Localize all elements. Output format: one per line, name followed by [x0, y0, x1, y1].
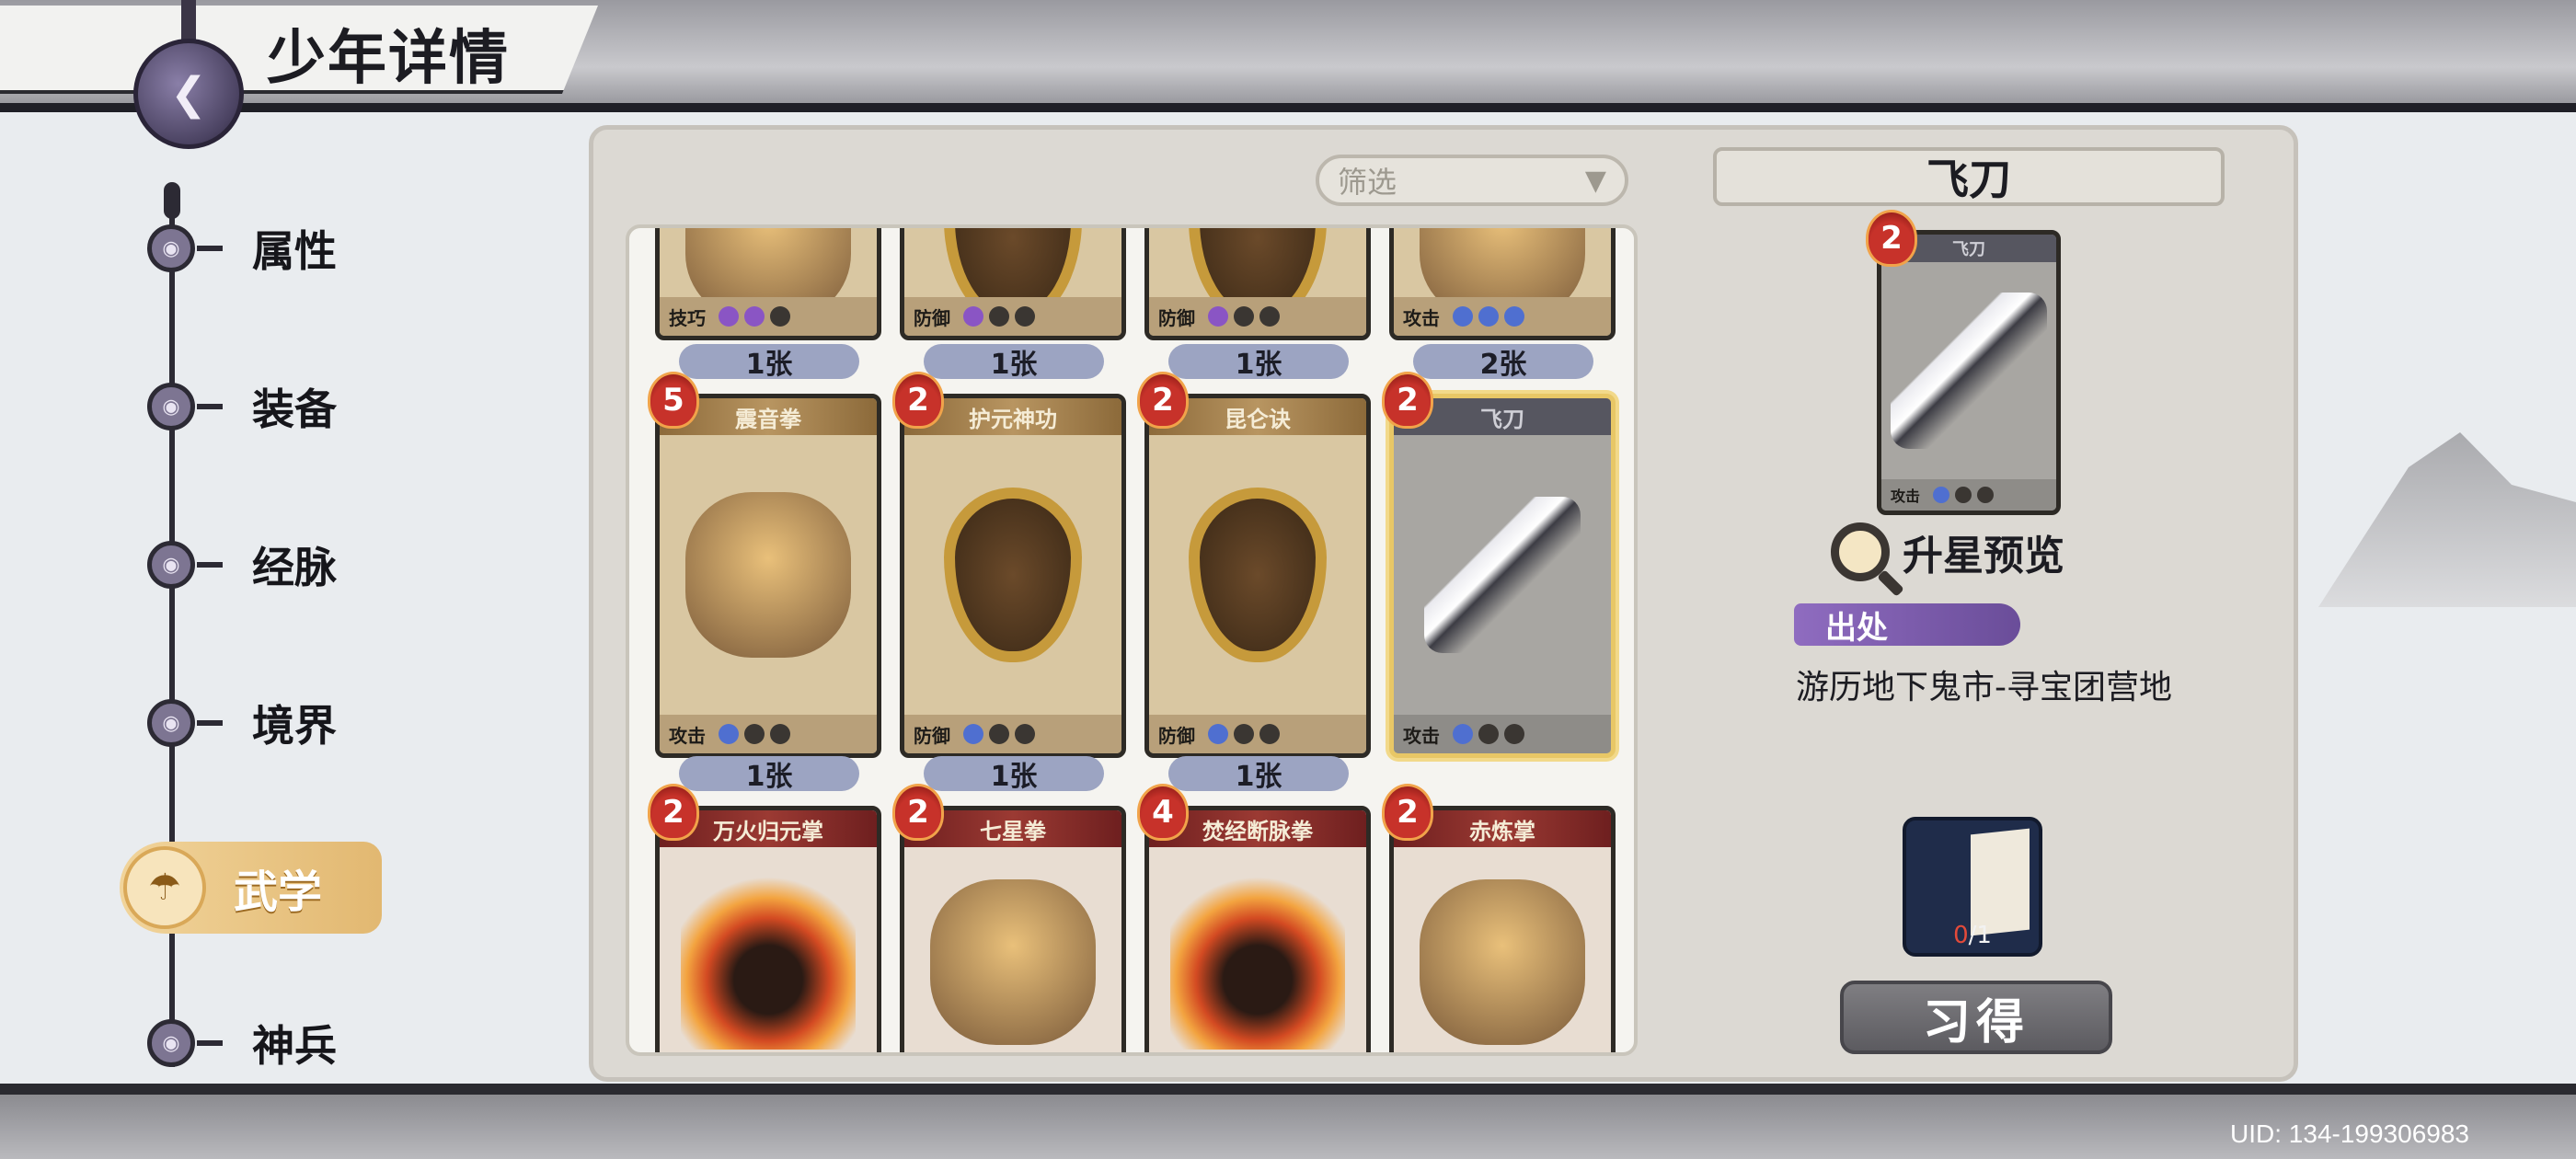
skill-card-selected[interactable]: 飞刀 攻击 [1389, 394, 1616, 758]
detail-card: 飞刀 攻击 [1877, 230, 2061, 515]
card-type: 防御 [914, 306, 950, 329]
card-cost-badge: 2 [1382, 784, 1433, 841]
card-type: 技巧 [669, 306, 706, 329]
back-button-hanger [181, 0, 196, 40]
card-cost-badge: 4 [1137, 784, 1189, 841]
card-art [1189, 488, 1327, 662]
nav-dot-icon: ◉ [147, 699, 195, 747]
skill-book-icon[interactable]: 0/1 [1903, 817, 2042, 957]
nav-item-realm[interactable]: ◉ 境界 [147, 686, 423, 760]
hat-icon: ☂ [123, 846, 206, 929]
skill-card[interactable]: 防御 [900, 228, 1126, 340]
skill-card[interactable]: 昆仑诀 防御 [1144, 394, 1371, 758]
source-text: 游历地下鬼市-寻宝团营地 [1796, 669, 2172, 706]
card-count-badge: 1张 [679, 344, 859, 381]
nav-dot-icon: ◉ [147, 224, 195, 272]
card-cost-badge: 2 [892, 784, 944, 841]
book-count: 0/1 [1953, 922, 1992, 949]
bottom-bar [0, 1084, 2576, 1159]
skill-card-locked[interactable]: 七星拳 [900, 806, 1126, 1052]
card-art [1170, 875, 1345, 1050]
card-art [681, 875, 856, 1050]
nav-item-equipment[interactable]: ◉ 装备 [147, 370, 423, 443]
back-arrow-icon: ❮ [169, 68, 208, 120]
skill-card[interactable]: 防御 [1144, 228, 1371, 340]
card-type: 攻击 [1403, 724, 1440, 747]
nav-item-label: 属性 [252, 226, 337, 276]
back-button[interactable]: ❮ [133, 39, 244, 149]
card-type: 防御 [1158, 306, 1195, 329]
card-count-badge: 2张 [1413, 344, 1593, 381]
card-art [930, 879, 1096, 1045]
skill-card-locked[interactable]: 焚经断脉拳 [1144, 806, 1371, 1052]
skill-card-locked[interactable]: 万火归元掌 [655, 806, 881, 1052]
card-art [944, 488, 1082, 662]
card-grid[interactable]: 技巧 1张 防御 1张 防御 1张 攻击 2张 5 震音拳 攻击 1张 2 护元… [626, 224, 1638, 1056]
nav-line [169, 193, 175, 1067]
magnifier-icon [1831, 522, 1890, 581]
card-art [1891, 293, 2047, 449]
mountain-decoration [2318, 432, 2576, 607]
source-tag: 出处 [1794, 603, 2020, 647]
card-cost-badge: 2 [892, 372, 944, 429]
filter-label: 筛选 [1338, 165, 1397, 200]
card-art [685, 492, 851, 658]
chevron-down-icon: ▼ [1584, 164, 1606, 197]
card-cost-badge: 2 [648, 784, 699, 841]
skill-card-locked[interactable]: 赤炼掌 [1389, 806, 1616, 1052]
card-type: 攻击 [1403, 306, 1440, 329]
nav-item-label: 武学 [234, 866, 323, 918]
nav-item-attributes[interactable]: ◉ 属性 [147, 212, 423, 285]
page-title: 少年详情 [267, 25, 510, 93]
card-cost-badge: 2 [1866, 210, 1917, 267]
nav-item-label: 境界 [252, 701, 337, 751]
upgrade-preview-label: 升星预览 [1903, 533, 2064, 580]
skill-card[interactable]: 震音拳 攻击 [655, 394, 881, 758]
learn-button-label: 习得 [1922, 994, 2030, 1050]
card-cost-badge: 5 [648, 372, 699, 429]
uid-label: UID: 134-199306983 [2230, 1119, 2469, 1148]
skill-name-plate: 飞刀 [1713, 147, 2225, 206]
nav-dot-icon: ◉ [147, 383, 195, 430]
card-type: 攻击 [669, 724, 706, 747]
card-count-badge: 1张 [1168, 344, 1349, 381]
nav-item-martial-arts[interactable]: ☂ 武学 [120, 842, 382, 934]
upgrade-preview-button[interactable]: 升星预览 [1831, 522, 2064, 581]
skill-card[interactable]: 护元神功 防御 [900, 394, 1126, 758]
nav-dot-icon: ◉ [147, 541, 195, 589]
card-cost-badge: 2 [1382, 372, 1433, 429]
nav-item-meridians[interactable]: ◉ 经脉 [147, 528, 423, 602]
detail-card-preview: 2 飞刀 攻击 [1866, 210, 2061, 515]
card-type: 防御 [1158, 724, 1195, 747]
skill-card[interactable]: 技巧 [655, 228, 881, 340]
card-cost-badge: 2 [1137, 372, 1189, 429]
card-type: 防御 [914, 724, 950, 747]
top-bar-divider [0, 103, 2576, 112]
card-count-badge: 1张 [924, 344, 1104, 381]
nav-item-divine-weapon[interactable]: ◉ 神兵 [147, 1006, 423, 1080]
skill-card[interactable]: 攻击 [1389, 228, 1616, 340]
filter-dropdown[interactable]: 筛选 ▼ [1316, 155, 1628, 206]
card-count-badge: 1张 [1168, 756, 1349, 793]
source-tag-label: 出处 [1825, 609, 1888, 647]
book-page [1971, 828, 2030, 936]
card-count-badge: 1张 [924, 756, 1104, 793]
skill-name: 飞刀 [1926, 155, 2011, 204]
card-art [1424, 497, 1581, 653]
nav-item-label: 经脉 [252, 543, 337, 592]
card-count-badge: 1张 [679, 756, 859, 793]
card-art [1420, 879, 1585, 1045]
nav-dot-icon: ◉ [147, 1019, 195, 1067]
card-type: 攻击 [1891, 488, 1921, 505]
nav-item-label: 装备 [252, 384, 337, 434]
learn-button[interactable]: 习得 [1840, 981, 2112, 1054]
nav-item-label: 神兵 [252, 1021, 337, 1071]
